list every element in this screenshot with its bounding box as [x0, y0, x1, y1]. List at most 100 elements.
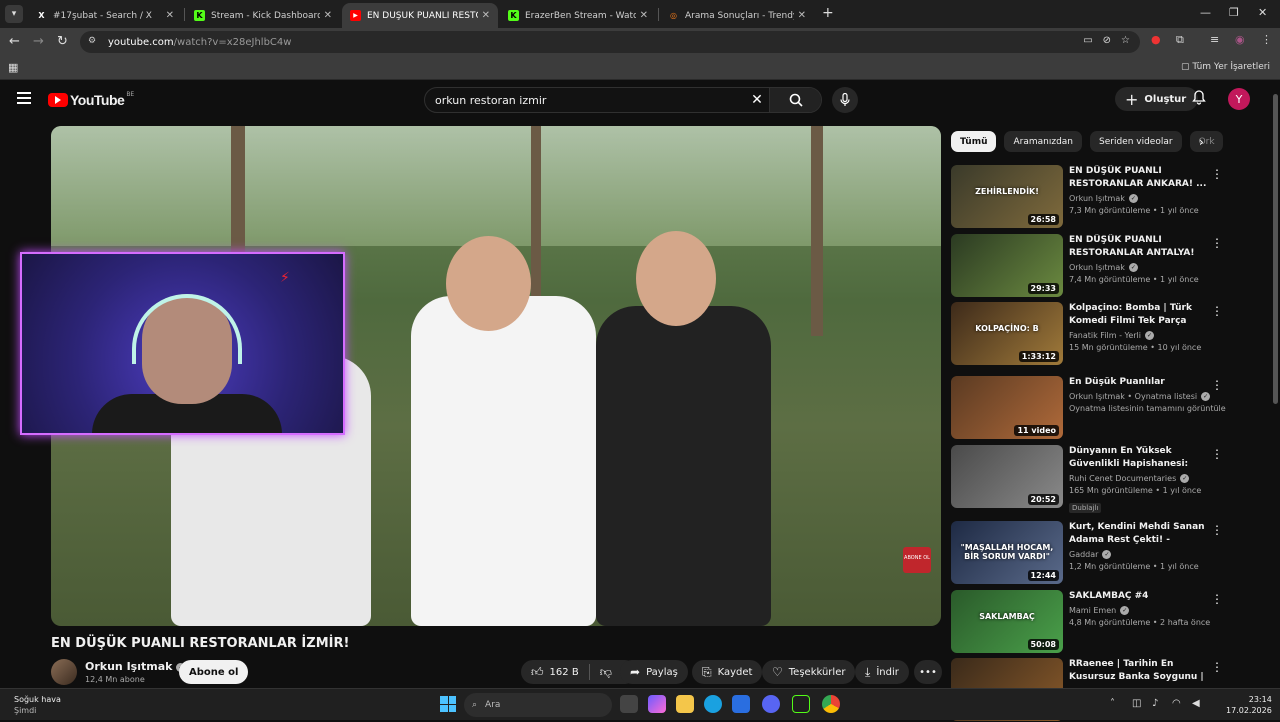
recommendation-title: Dünyanın En Yüksek Güvenlikli Hapishanes… [1069, 446, 1189, 469]
chip-orkun[interactable]: Ork [1189, 131, 1223, 152]
address-bar[interactable]: ⚙ youtube.com/watch?v=x28eJhlbC4w ▭ ⊘ ☆ [80, 31, 1140, 53]
new-tab-button[interactable]: + [822, 5, 834, 21]
subscribe-button[interactable]: Abone ol [179, 660, 249, 684]
copilot-icon[interactable] [648, 695, 666, 713]
tab-x-search[interactable]: X #17şubat - Search / X ✕ [28, 3, 182, 28]
more-vertical-icon[interactable]: ⋮ [1211, 660, 1223, 674]
recommendation-item[interactable]: 11 video En Düşük Puanlılar Orkun Işıtmak … [951, 376, 1226, 440]
tab-youtube-active[interactable]: ▶ EN DÜŞÜK PUANLI RESTORANL ✕ [342, 3, 498, 28]
site-info-icon[interactable]: ⚙ [88, 36, 100, 48]
more-vertical-icon[interactable]: ⋮ [1211, 592, 1223, 606]
profile-icon[interactable]: ◉ [1235, 33, 1245, 46]
recommendation-item[interactable]: ZEHİRLENDİK! 26:58 EN DÜŞÜK PUANLI RESTORA… [951, 165, 1223, 229]
forward-button[interactable]: → [33, 34, 44, 49]
close-icon[interactable]: ✕ [324, 10, 332, 21]
create-button[interactable]: + Oluştur [1115, 87, 1199, 111]
video-thumbnail[interactable]: 29:33 [951, 234, 1063, 297]
windows-start-icon[interactable] [440, 696, 456, 712]
close-icon[interactable]: ✕ [482, 10, 490, 21]
volume-icon[interactable]: ◀ [1192, 698, 1200, 709]
discord-icon[interactable] [762, 695, 780, 713]
share-button[interactable]: ➦ Paylaş [620, 660, 688, 684]
more-vertical-icon[interactable]: ⋮ [1211, 236, 1223, 250]
channel-name[interactable]: Orkun Işıtmak✓ [85, 660, 186, 673]
chrome-icon[interactable] [822, 695, 840, 713]
taskbar-search[interactable]: ⌕ Ara [464, 693, 612, 717]
video-thumbnail[interactable]: 20:52 [951, 445, 1063, 508]
video-thumbnail[interactable]: SAKLAMBAÇ 50:08 [951, 590, 1063, 653]
recommendation-item[interactable]: SAKLAMBAÇ 50:08 SAKLAMBAÇ #4 Mami Emen ✓ 4,8 … [951, 590, 1223, 654]
save-button[interactable]: ⎘ Kaydet [692, 660, 763, 684]
chip-series[interactable]: Seriden videolar [1090, 131, 1182, 152]
clear-search-icon[interactable]: ✕ [745, 92, 769, 108]
close-window-button[interactable]: ✕ [1258, 6, 1267, 19]
tab-kick-dashboard[interactable]: K Stream - Kick Dashboard ✕ [186, 3, 340, 28]
microphone-icon[interactable]: ♪ [1152, 698, 1158, 709]
recommendation-channel: Orkun Işıtmak ✓ [1069, 263, 1207, 272]
notifications-bell-icon[interactable] [1192, 90, 1206, 109]
chevron-right-icon[interactable]: › [1199, 135, 1204, 149]
recommendation-item[interactable]: KOLPAÇİNO: B 1:33:12 Kolpaçino: Bomba | Tü… [951, 302, 1223, 366]
video-thumbnail[interactable]: KOLPAÇİNO: B 1:33:12 [951, 302, 1063, 365]
dislike-button[interactable]: 👎︎ [590, 660, 622, 684]
video-thumbnail[interactable]: ZEHİRLENDİK! 26:58 [951, 165, 1063, 228]
scrollbar-thumb[interactable] [1273, 94, 1278, 404]
like-button[interactable]: 👍︎ 162 B [521, 660, 589, 684]
voice-search-button[interactable] [832, 87, 858, 113]
account-avatar[interactable]: Y [1228, 88, 1250, 110]
close-icon[interactable]: ✕ [166, 10, 174, 21]
download-button[interactable]: ⤓ İndir [855, 660, 909, 684]
chip-from-search[interactable]: Aramanızdan [1004, 131, 1082, 152]
store-icon[interactable] [732, 695, 750, 713]
browser-menu-icon[interactable]: ⋮ [1261, 33, 1272, 46]
close-icon[interactable]: ✕ [640, 10, 648, 21]
all-bookmarks-folder[interactable]: ▢ Tüm Yer İşaretleri [1181, 62, 1270, 72]
video-thumbnail[interactable]: 11 video [951, 376, 1063, 439]
youtube-logo[interactable]: YouTube BE [48, 91, 134, 108]
wifi-icon[interactable]: ◠ [1172, 698, 1181, 709]
guide-menu-icon[interactable] [17, 92, 31, 104]
more-vertical-icon[interactable]: ⋮ [1211, 447, 1223, 461]
cast-icon[interactable]: ▭ [1083, 35, 1092, 46]
restore-button[interactable]: ❐ [1229, 6, 1239, 19]
weather-widget[interactable]: Soğuk hava Şimdi [14, 694, 61, 716]
tab-kick-stream[interactable]: K ErazerBen Stream - Watch Live ✕ [500, 3, 656, 28]
more-vertical-icon[interactable]: ⋮ [1211, 378, 1223, 392]
more-vertical-icon[interactable]: ⋮ [1211, 304, 1223, 318]
apps-grid-icon[interactable]: ▦ [8, 61, 18, 74]
recommendation-item[interactable]: 20:52 Dünyanın En Yüksek Güvenlikli Hapis… [951, 445, 1223, 513]
file-explorer-icon[interactable] [676, 695, 694, 713]
tab-search-menu-button[interactable]: ▾ [5, 5, 23, 23]
tray-chevron-up-icon[interactable]: ˄ [1110, 698, 1115, 709]
channel-avatar[interactable] [51, 659, 77, 685]
kick-app-icon[interactable] [792, 695, 810, 713]
more-vertical-icon[interactable]: ⋮ [1211, 523, 1223, 537]
tab-trendyol[interactable]: ◎ Arama Sonuçları - Trendyol ✕ [660, 3, 814, 28]
page-scrollbar[interactable] [1271, 80, 1280, 688]
subscribe-watermark[interactable]: ABONE OL [903, 547, 931, 573]
back-button[interactable]: ← [9, 34, 20, 49]
recommendation-item[interactable]: "MAŞALLAH HOCAM, BİR SORUM VARDI" 12:44 Ku… [951, 521, 1223, 585]
video-frame-head [446, 236, 531, 331]
more-vertical-icon[interactable]: ⋮ [1211, 167, 1223, 181]
network-icon[interactable]: ◫ [1132, 698, 1141, 709]
recommendation-item[interactable]: 29:33 EN DÜŞÜK PUANLI RESTORANLAR ANTALYA… [951, 234, 1223, 298]
minimize-button[interactable]: — [1200, 6, 1211, 19]
media-control-icon[interactable]: ≡ [1210, 33, 1219, 46]
search-button[interactable] [769, 88, 821, 112]
thanks-button[interactable]: ♡ Teşekkürler [762, 660, 856, 684]
eye-off-icon[interactable]: ⊘ [1103, 35, 1111, 46]
search-input[interactable] [425, 93, 745, 107]
weather-subtitle: Şimdi [14, 706, 37, 715]
close-icon[interactable]: ✕ [798, 10, 806, 21]
bookmark-star-icon[interactable]: ☆ [1121, 35, 1130, 46]
extension-badge-icon[interactable]: ● [1151, 33, 1161, 46]
extensions-icon[interactable]: ⧉ [1176, 33, 1184, 47]
chip-all[interactable]: Tümü [951, 131, 997, 152]
task-view-icon[interactable] [620, 695, 638, 713]
reload-button[interactable]: ↻ [57, 34, 68, 49]
edge-browser-icon[interactable] [704, 695, 722, 713]
more-actions-button[interactable]: ••• [914, 660, 942, 684]
video-thumbnail[interactable]: "MAŞALLAH HOCAM, BİR SORUM VARDI" 12:44 [951, 521, 1063, 584]
system-clock[interactable]: 23:14 17.02.2026 [1226, 694, 1272, 716]
